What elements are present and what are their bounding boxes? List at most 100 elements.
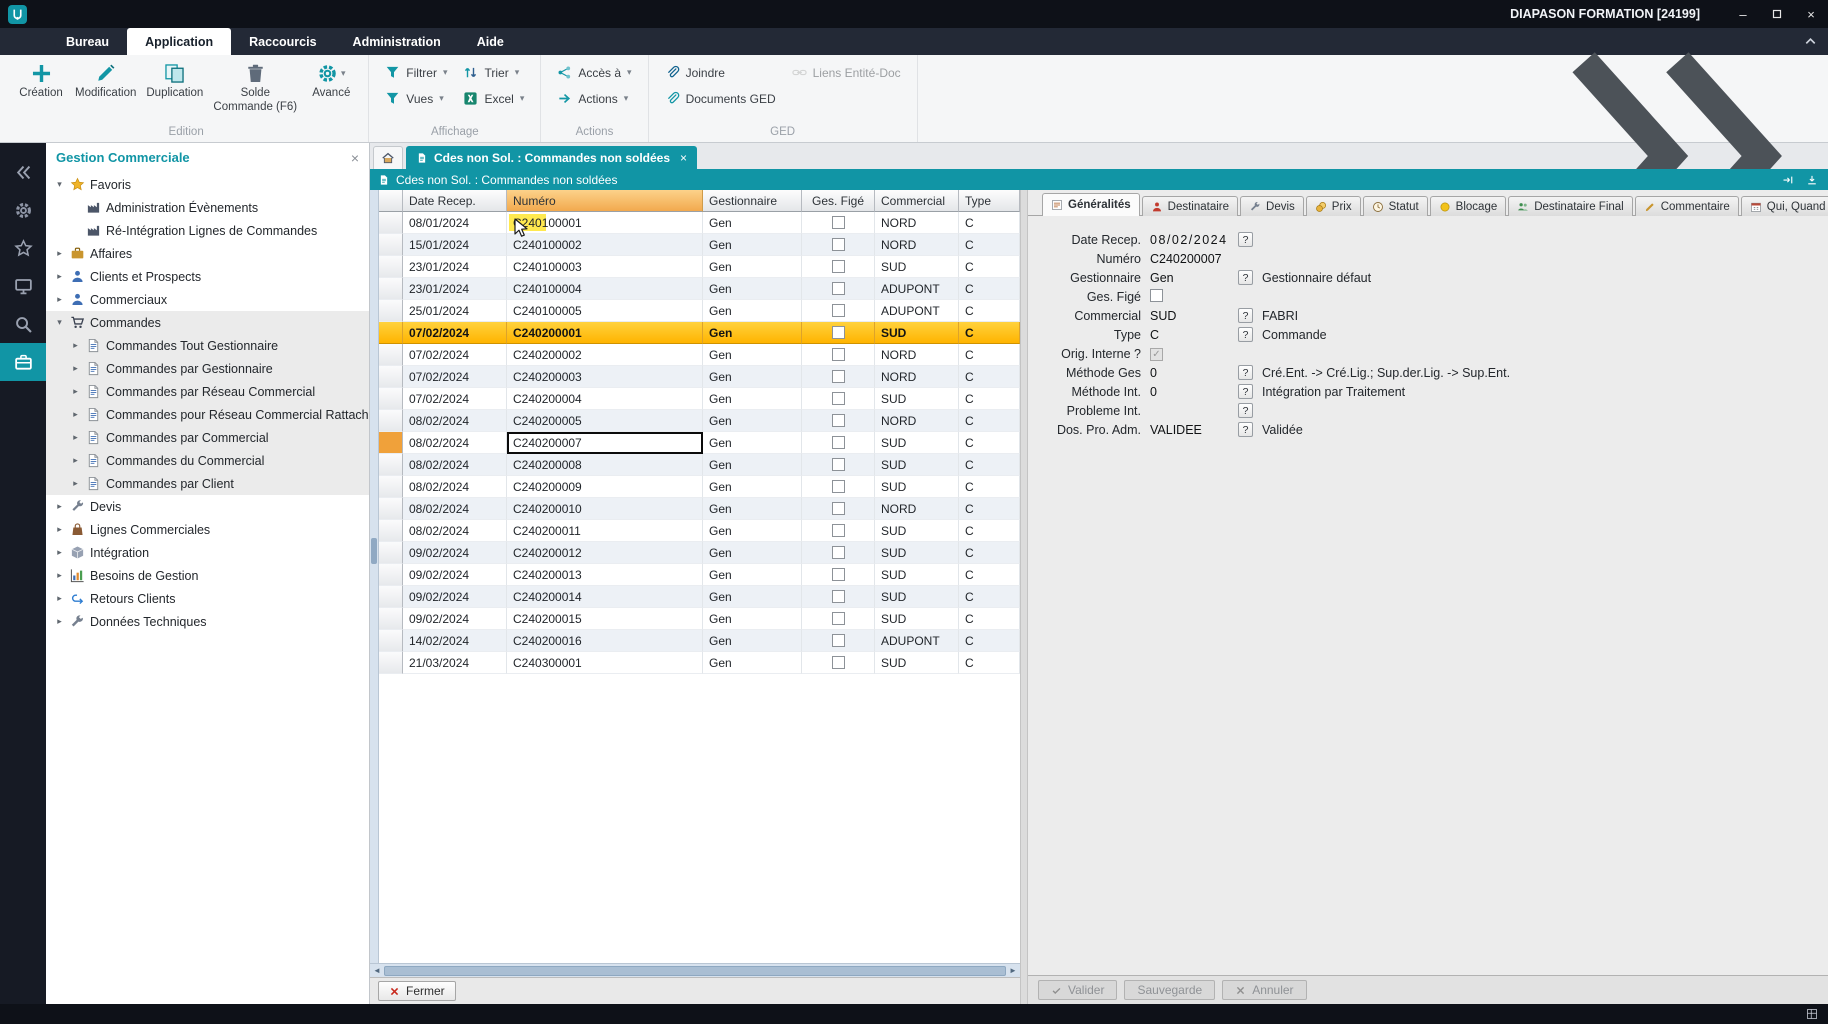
grid-header-numero[interactable]: Numéro: [507, 190, 703, 212]
detail-tab-qui-quand[interactable]: Qui, Quand ?: [1741, 196, 1828, 216]
ges-fige-checkbox[interactable]: [832, 524, 845, 537]
expand-arrow-icon[interactable]: ▸: [70, 340, 81, 351]
tree-item-re-integration-lignes-de-commandes[interactable]: Ré-Intégration Lignes de Commandes: [46, 219, 369, 242]
ges-fige-checkbox[interactable]: [832, 304, 845, 317]
detail-tab-statut[interactable]: Statut: [1363, 196, 1428, 216]
detail-tab-blocage[interactable]: Blocage: [1430, 196, 1507, 216]
tree-item-commandes[interactable]: ▾Commandes: [46, 311, 369, 334]
grid-header-date-recep[interactable]: Date Recep.: [403, 190, 507, 212]
dropdown-caret-icon[interactable]: ▾: [520, 93, 525, 104]
field-checkbox-ges-fige[interactable]: [1150, 289, 1163, 302]
ges-fige-checkbox[interactable]: [832, 634, 845, 647]
dropdown-caret-icon[interactable]: ▾: [515, 67, 520, 78]
grid-row[interactable]: 08/02/2024C240200008GenSUDC: [379, 454, 1020, 476]
ges-fige-checkbox[interactable]: [832, 348, 845, 361]
ges-fige-checkbox[interactable]: [832, 282, 845, 295]
grid-header-gestionnaire[interactable]: Gestionnaire: [703, 190, 802, 212]
field-checkbox-orig-interne[interactable]: [1150, 348, 1163, 361]
row-selector-cell[interactable]: [379, 476, 403, 498]
expand-arrow-icon[interactable]: ▸: [54, 547, 65, 558]
grid-header-type[interactable]: Type: [959, 190, 1020, 212]
row-selector-cell[interactable]: [379, 300, 403, 322]
grid-row[interactable]: 09/02/2024C240200015GenSUDC: [379, 608, 1020, 630]
annuler-button[interactable]: Annuler: [1222, 980, 1306, 1000]
row-selector-cell[interactable]: [379, 234, 403, 256]
home-tab[interactable]: [373, 146, 403, 169]
tree-item-besoins-de-gestion[interactable]: ▸Besoins de Gestion: [46, 564, 369, 587]
ribbon-button-duplication[interactable]: Duplication: [141, 57, 208, 124]
expand-arrow-icon[interactable]: ▸: [54, 248, 65, 259]
ribbon-button-vues[interactable]: Vues▾: [380, 90, 452, 107]
dropdown-caret-icon[interactable]: ▾: [341, 68, 346, 79]
row-selector-cell[interactable]: [379, 432, 403, 454]
ges-fige-checkbox[interactable]: [832, 392, 845, 405]
tree-item-commandes-par-gestionnaire[interactable]: ▸Commandes par Gestionnaire: [46, 357, 369, 380]
grid-row[interactable]: 07/02/2024C240200003GenNORDC: [379, 366, 1020, 388]
panel-splitter[interactable]: [1020, 190, 1028, 1004]
row-selector-cell[interactable]: [379, 564, 403, 586]
grid-row[interactable]: 09/02/2024C240200012GenSUDC: [379, 542, 1020, 564]
ges-fige-checkbox[interactable]: [832, 326, 845, 339]
ribbon-button-liens-entite-doc[interactable]: Liens Entité-Doc: [787, 64, 906, 81]
tree-item-devis[interactable]: ▸Devis: [46, 495, 369, 518]
sauvegarde-button[interactable]: Sauvegarde: [1124, 980, 1215, 1000]
ribbon-button-modification[interactable]: Modification: [70, 57, 141, 124]
ges-fige-checkbox[interactable]: [832, 436, 845, 449]
tree-item-retours-clients[interactable]: ▸Retours Clients: [46, 587, 369, 610]
menu-tab-bureau[interactable]: Bureau: [48, 28, 127, 55]
grid-row[interactable]: 08/02/2024C240200007GenSUDC: [379, 432, 1020, 454]
grid-header-commercial[interactable]: Commercial: [875, 190, 959, 212]
active-document-tab[interactable]: Cdes non Sol. : Commandes non soldées ×: [406, 146, 697, 169]
grid-row[interactable]: 07/02/2024C240200001GenSUDC: [379, 322, 1020, 344]
grid-row[interactable]: 23/01/2024C240100004GenADUPONTC: [379, 278, 1020, 300]
expand-arrow-icon[interactable]: ▸: [54, 501, 65, 512]
grid-row[interactable]: 08/02/2024C240200005GenNORDC: [379, 410, 1020, 432]
grid-row[interactable]: 21/03/2024C240300001GenSUDC: [379, 652, 1020, 674]
rail-item-search[interactable]: [0, 305, 46, 343]
expand-arrow-icon[interactable]: ▾: [54, 317, 65, 328]
row-selector-cell[interactable]: [379, 630, 403, 652]
ges-fige-checkbox[interactable]: [832, 546, 845, 559]
row-selector-cell[interactable]: [379, 520, 403, 542]
ribbon-button-filtrer[interactable]: Filtrer▾: [380, 64, 452, 81]
tree-item-administration-evenements[interactable]: Administration Évènements: [46, 196, 369, 219]
field-value-ges-fige[interactable]: [1150, 289, 1238, 305]
grid-row[interactable]: 23/01/2024C240100003GenSUDC: [379, 256, 1020, 278]
grid-row[interactable]: 08/02/2024C240200011GenSUDC: [379, 520, 1020, 542]
hscroll-thumb[interactable]: [384, 966, 1006, 976]
ribbon-button-actions[interactable]: Actions▾: [552, 90, 636, 107]
tree-item-favoris[interactable]: ▾Favoris: [46, 173, 369, 196]
grid-row[interactable]: 08/01/2024C240100001GenNORDC: [379, 212, 1020, 234]
row-selector-cell[interactable]: [379, 410, 403, 432]
ges-fige-checkbox[interactable]: [832, 370, 845, 383]
detail-tab-devis[interactable]: Devis: [1240, 196, 1304, 216]
help-button-commercial[interactable]: ?: [1238, 308, 1253, 323]
fermer-button[interactable]: Fermer: [378, 981, 456, 1001]
grid-row[interactable]: 07/02/2024C240200004GenSUDC: [379, 388, 1020, 410]
grid-horizontal-scrollbar[interactable]: ◄ ►: [370, 963, 1020, 977]
scroll-left-icon[interactable]: ◄: [370, 964, 384, 977]
row-selector-cell[interactable]: [379, 542, 403, 564]
ges-fige-checkbox[interactable]: [832, 502, 845, 515]
tree-item-commandes-par-client[interactable]: ▸Commandes par Client: [46, 472, 369, 495]
grid-row[interactable]: 25/01/2024C240100005GenADUPONTC: [379, 300, 1020, 322]
tree-item-commandes-tout-gestionnaire[interactable]: ▸Commandes Tout Gestionnaire: [46, 334, 369, 357]
row-selector-cell[interactable]: [379, 608, 403, 630]
ges-fige-checkbox[interactable]: [832, 414, 845, 427]
grid-row[interactable]: 14/02/2024C240200016GenADUPONTC: [379, 630, 1020, 652]
grid-row[interactable]: 09/02/2024C240200014GenSUDC: [379, 586, 1020, 608]
ges-fige-checkbox[interactable]: [832, 590, 845, 603]
scroll-right-icon[interactable]: ►: [1006, 964, 1020, 977]
row-selector-cell[interactable]: [379, 586, 403, 608]
tree-item-commandes-par-commercial[interactable]: ▸Commandes par Commercial: [46, 426, 369, 449]
pin-right-icon[interactable]: [1782, 174, 1794, 186]
dropdown-caret-icon[interactable]: ▾: [624, 93, 629, 104]
tree-item-affaires[interactable]: ▸Affaires: [46, 242, 369, 265]
row-selector-cell[interactable]: [379, 388, 403, 410]
expand-arrow-icon[interactable]: ▸: [70, 409, 81, 420]
tree-item-clients-et-prospects[interactable]: ▸Clients et Prospects: [46, 265, 369, 288]
row-selector-cell[interactable]: [379, 498, 403, 520]
ges-fige-checkbox[interactable]: [832, 216, 845, 229]
expand-arrow-icon[interactable]: ▸: [54, 271, 65, 282]
tree-item-commandes-du-commercial[interactable]: ▸Commandes du Commercial: [46, 449, 369, 472]
